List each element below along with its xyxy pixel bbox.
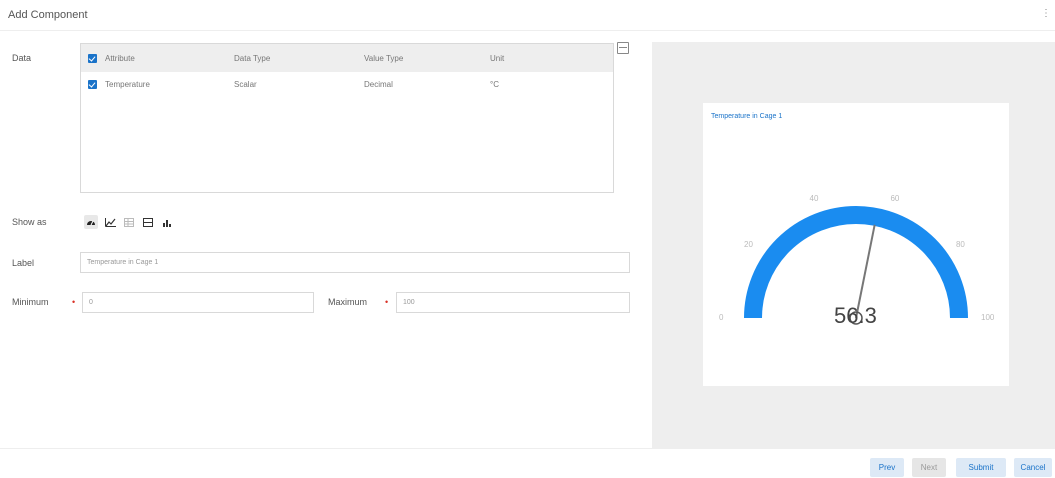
gauge-value: 56.3	[834, 303, 877, 328]
column-chooser-icon[interactable]	[617, 42, 629, 54]
gauge-tick-label: 40	[809, 194, 819, 204]
column-header-unit[interactable]: Unit	[490, 54, 504, 63]
label-input[interactable]: Temperature in Cage 1	[80, 252, 630, 273]
cell-value-type: Decimal	[364, 80, 393, 89]
bar-icon[interactable]	[160, 215, 174, 229]
footer-divider	[0, 448, 1055, 449]
required-indicator: •	[72, 297, 76, 307]
label-label: Label	[12, 258, 35, 268]
submit-button[interactable]: Submit	[956, 458, 1006, 477]
minimum-label: Minimum	[12, 297, 49, 307]
column-header-value-type[interactable]: Value Type	[364, 54, 403, 63]
gauge-tick-label: 100	[981, 313, 995, 322]
gauge-tick-label: 0	[719, 313, 724, 322]
row-checkbox[interactable]	[88, 80, 97, 89]
cancel-button[interactable]: Cancel	[1014, 458, 1052, 477]
maximum-input[interactable]: 100	[396, 292, 630, 313]
column-header-data-type[interactable]: Data Type	[234, 54, 270, 63]
cell-data-type: Scalar	[234, 80, 257, 89]
table-header: Attribute Data Type Value Type Unit	[81, 44, 613, 72]
table-icon[interactable]	[122, 215, 136, 229]
gauge-tick-label: 80	[955, 239, 965, 249]
gauge-tick-label: 60	[890, 194, 900, 204]
column-header-attribute[interactable]: Attribute	[105, 54, 135, 63]
card-icon[interactable]	[141, 215, 155, 229]
required-indicator: •	[385, 297, 389, 307]
attribute-table: Attribute Data Type Value Type Unit Temp…	[80, 43, 614, 193]
select-all-checkbox[interactable]	[88, 54, 97, 63]
gauge-icon[interactable]	[84, 215, 98, 229]
minimum-input[interactable]: 0	[82, 292, 314, 313]
cell-attribute: Temperature	[105, 80, 150, 89]
show-as-label: Show as	[12, 217, 47, 227]
data-label: Data	[12, 53, 32, 63]
line-chart-icon[interactable]	[103, 215, 117, 229]
more-options-icon[interactable]: ⋮	[1041, 8, 1051, 19]
dialog-title: Add Component	[8, 9, 88, 21]
maximum-label: Maximum	[328, 297, 368, 307]
next-button[interactable]: Next	[912, 458, 946, 477]
gauge-tick-label: 20	[744, 239, 753, 249]
header-divider	[0, 30, 1055, 31]
prev-button[interactable]: Prev	[870, 458, 904, 477]
cell-unit: °C	[490, 80, 499, 89]
